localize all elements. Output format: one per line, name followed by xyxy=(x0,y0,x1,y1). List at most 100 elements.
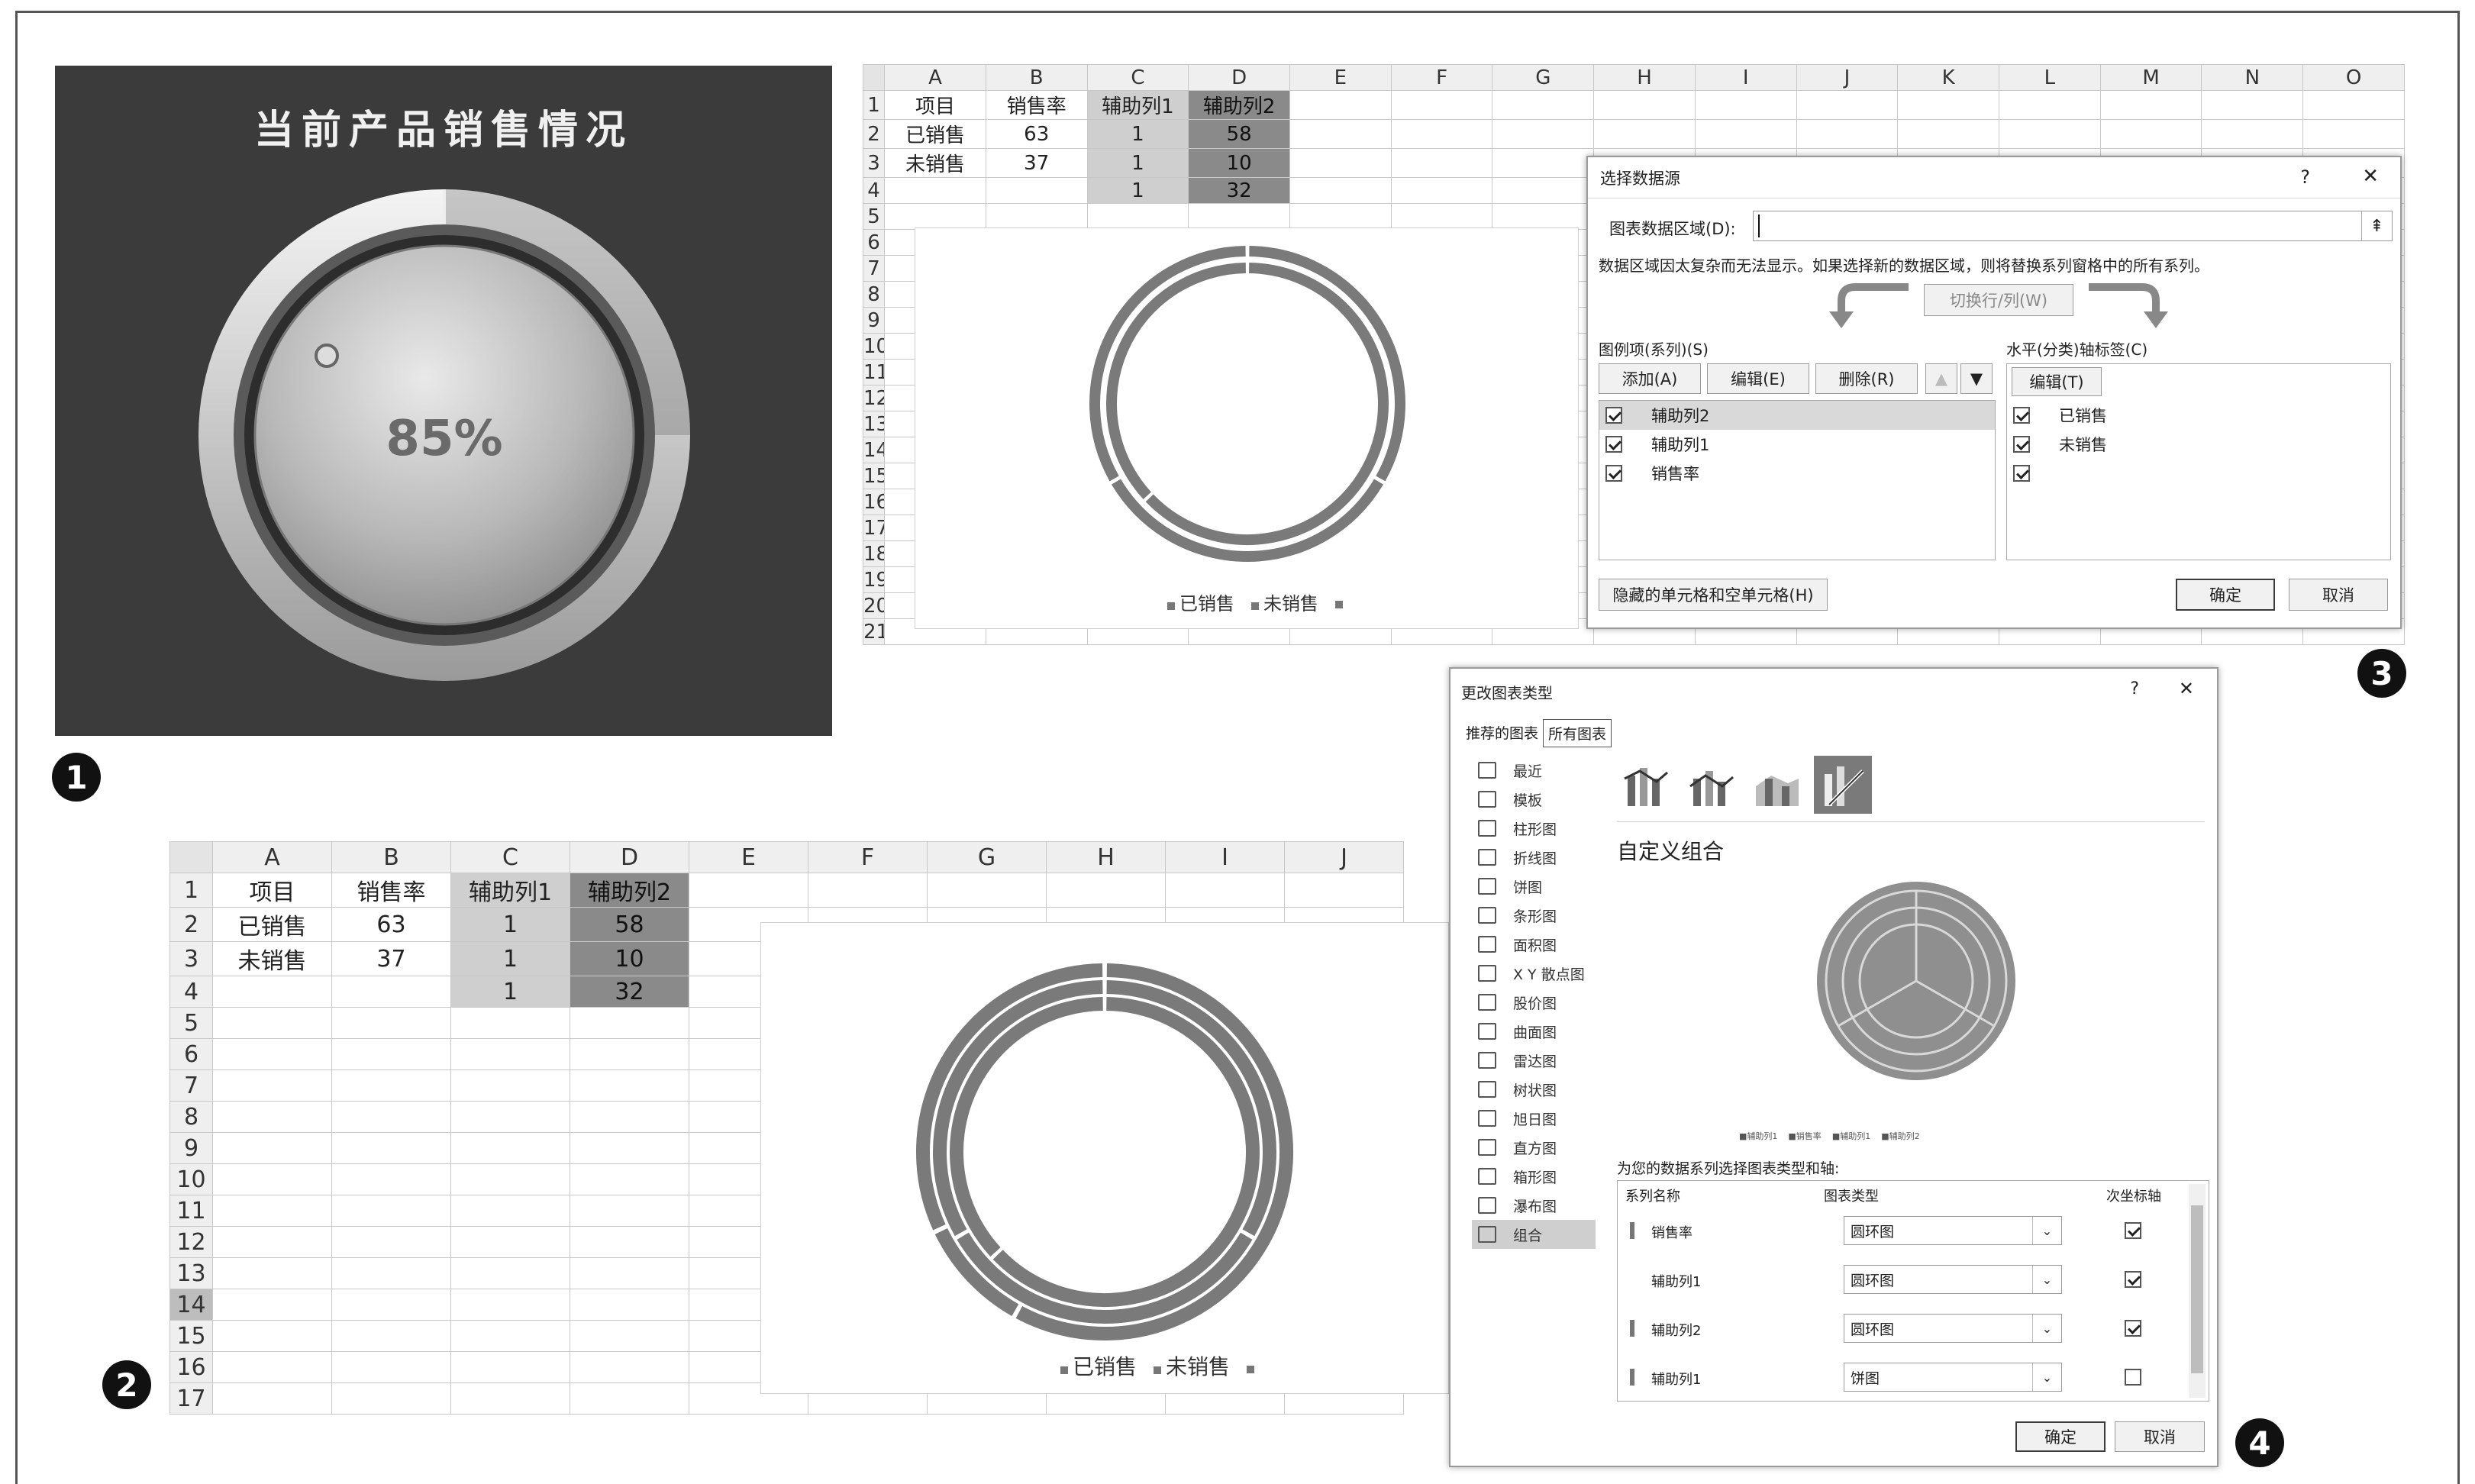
chevron-down-icon[interactable]: ⌄ xyxy=(2032,1363,2061,1391)
cell[interactable] xyxy=(884,177,986,204)
cell[interactable] xyxy=(570,1163,689,1195)
switch-row-column-button[interactable]: 切换行/列(W) xyxy=(1924,284,2073,316)
bottom-chart-area[interactable]: 已销售 未销售 xyxy=(760,922,1449,1394)
secondary-axis-checkbox[interactable] xyxy=(2125,1320,2141,1337)
cell[interactable] xyxy=(1897,119,2000,149)
cell[interactable] xyxy=(450,1007,570,1039)
series-checkbox[interactable] xyxy=(1605,436,1622,453)
row-header[interactable]: 14 xyxy=(169,1289,213,1321)
cell[interactable] xyxy=(1289,203,1392,230)
row-header[interactable]: 6 xyxy=(169,1038,213,1070)
cancel-button[interactable]: 取消 xyxy=(2115,1421,2205,1452)
cell[interactable] xyxy=(450,1163,570,1195)
column-header[interactable]: E xyxy=(689,841,808,873)
cell[interactable]: 63 xyxy=(985,119,1088,149)
cell[interactable]: 32 xyxy=(1188,177,1291,204)
axis-item[interactable]: 已销售 xyxy=(2007,401,2390,430)
cell[interactable] xyxy=(1289,148,1392,178)
nav-item[interactable]: 最近 xyxy=(1450,756,1596,785)
chart-type-select[interactable]: 饼图 ⌄ xyxy=(1844,1363,2062,1392)
axis-item[interactable] xyxy=(2007,459,2390,488)
cell[interactable] xyxy=(212,976,332,1008)
axis-item[interactable]: 未销售 xyxy=(2007,430,2390,459)
column-header[interactable]: I xyxy=(1694,64,1797,91)
row-header[interactable]: 13 xyxy=(862,411,886,437)
chevron-down-icon[interactable]: ⌄ xyxy=(2032,1217,2061,1244)
cell[interactable] xyxy=(450,1320,570,1352)
chart-type-select[interactable]: 圆环图 ⌄ xyxy=(1844,1265,2062,1294)
help-icon[interactable]: ? xyxy=(2130,679,2139,698)
ok-button[interactable]: 确定 xyxy=(2176,579,2275,611)
column-header[interactable]: K xyxy=(1897,64,2000,91)
cell[interactable] xyxy=(331,1382,451,1415)
cell[interactable] xyxy=(1999,119,2101,149)
column-header[interactable]: L xyxy=(1999,64,2101,91)
row-header[interactable]: 7 xyxy=(862,255,886,282)
cell[interactable]: 1 xyxy=(1086,119,1189,149)
cell[interactable] xyxy=(212,1007,332,1039)
scrollbar-thumb[interactable] xyxy=(2191,1205,2203,1373)
cell[interactable]: 58 xyxy=(1188,119,1291,149)
cell[interactable] xyxy=(450,1226,570,1258)
cell[interactable] xyxy=(1492,90,1595,120)
column-header[interactable]: A xyxy=(212,841,332,873)
cell[interactable] xyxy=(450,1038,570,1070)
cell[interactable] xyxy=(1165,873,1285,908)
cell[interactable] xyxy=(570,1132,689,1164)
cell[interactable]: 项目 xyxy=(884,90,986,120)
row-header[interactable]: 21 xyxy=(862,618,886,645)
column-header[interactable]: G xyxy=(927,841,1047,873)
column-header[interactable]: O xyxy=(2302,64,2405,91)
series-item[interactable]: 辅助列2 xyxy=(1599,401,1995,430)
cell[interactable] xyxy=(331,1007,451,1039)
cell[interactable] xyxy=(1046,873,1166,908)
cell[interactable] xyxy=(331,976,451,1008)
cell[interactable]: 1 xyxy=(450,941,570,976)
row-header[interactable]: 5 xyxy=(169,1007,213,1039)
cell[interactable]: 辅助列2 xyxy=(1188,90,1291,120)
cell[interactable] xyxy=(927,873,1047,908)
row-header[interactable]: 9 xyxy=(169,1132,213,1164)
cell[interactable]: 63 xyxy=(331,907,451,942)
series-checkbox[interactable] xyxy=(1605,465,1622,482)
axis-checkbox[interactable] xyxy=(2013,436,2030,453)
column-header[interactable]: M xyxy=(2099,64,2202,91)
cell[interactable]: 辅助列2 xyxy=(570,873,689,908)
row-header[interactable]: 8 xyxy=(862,281,886,308)
row-header[interactable]: 1 xyxy=(169,873,213,908)
row-header[interactable]: 8 xyxy=(169,1101,213,1133)
cell[interactable] xyxy=(331,1101,451,1133)
add-series-button[interactable]: 添加(A) xyxy=(1599,363,1701,394)
row-header[interactable]: 10 xyxy=(169,1163,213,1195)
row-header[interactable]: 14 xyxy=(862,437,886,463)
column-header[interactable]: F xyxy=(1390,64,1493,91)
cell[interactable]: 项目 xyxy=(212,873,332,908)
cell[interactable] xyxy=(212,1038,332,1070)
cancel-button[interactable]: 取消 xyxy=(2289,579,2388,611)
scrollbar[interactable] xyxy=(2189,1184,2206,1398)
row-header[interactable]: 11 xyxy=(169,1195,213,1227)
row-header[interactable]: 11 xyxy=(862,359,886,386)
cell[interactable] xyxy=(1796,119,1899,149)
cell[interactable] xyxy=(450,1132,570,1164)
cell[interactable] xyxy=(331,1132,451,1164)
row-header[interactable]: 2 xyxy=(862,119,886,149)
cell[interactable] xyxy=(1492,177,1595,204)
column-header[interactable]: D xyxy=(1188,64,1291,91)
cell[interactable] xyxy=(985,203,1088,230)
row-header[interactable]: 4 xyxy=(862,177,886,204)
nav-item[interactable]: 旭日图 xyxy=(1450,1104,1596,1133)
cell[interactable] xyxy=(1492,148,1595,178)
edit-axis-button[interactable]: 编辑(T) xyxy=(2012,367,2102,396)
nav-item[interactable]: 直方图 xyxy=(1450,1133,1596,1162)
cell[interactable] xyxy=(570,1101,689,1133)
nav-item[interactable]: X Y 散点图 xyxy=(1450,959,1596,988)
cell[interactable]: 销售率 xyxy=(985,90,1088,120)
cell[interactable] xyxy=(1390,119,1493,149)
cell[interactable] xyxy=(450,1069,570,1102)
column-header[interactable]: N xyxy=(2201,64,2304,91)
edit-series-button[interactable]: 编辑(E) xyxy=(1707,363,1809,394)
nav-item[interactable]: 面积图 xyxy=(1450,930,1596,959)
secondary-axis-checkbox[interactable] xyxy=(2125,1271,2141,1288)
row-header[interactable]: 17 xyxy=(862,515,886,541)
